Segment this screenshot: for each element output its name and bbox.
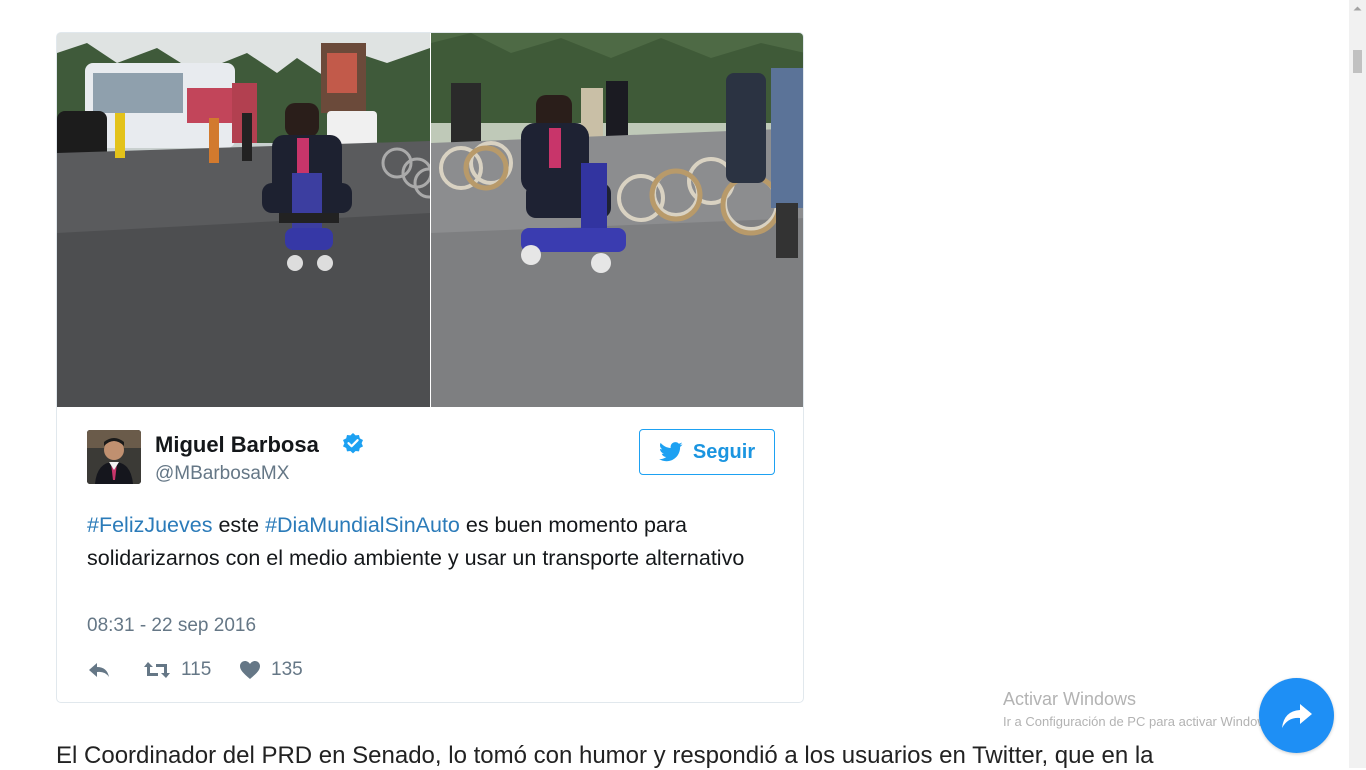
retweet-count: 115	[181, 659, 212, 680]
follow-button[interactable]: Seguir	[639, 429, 775, 475]
like-button[interactable]: 135	[239, 659, 303, 681]
scrollbar-thumb[interactable]	[1353, 50, 1362, 73]
tweet-text-part: este	[212, 513, 266, 537]
author-name[interactable]: Miguel Barbosa	[155, 432, 319, 458]
scroll-up-arrow-icon[interactable]	[1349, 0, 1366, 17]
retweet-button[interactable]: 115	[143, 659, 239, 681]
tweet-media[interactable]	[57, 33, 803, 407]
article-paragraph: El Coordinador del PRD en Senado, lo tom…	[56, 742, 1154, 769]
avatar[interactable]	[87, 430, 141, 484]
reply-button[interactable]	[87, 660, 143, 680]
watermark-subtitle: Ir a Configuración de PC para activar Wi…	[1003, 714, 1274, 729]
avatar-image	[87, 430, 141, 484]
windows-activation-watermark: Activar Windows Ir a Configuración de PC…	[1003, 689, 1273, 729]
watermark-title: Activar Windows	[1003, 689, 1137, 709]
twitter-bird-icon	[658, 442, 683, 462]
embedded-tweet: Miguel Barbosa @MBarbosaMX Seguir #Feliz…	[56, 32, 804, 703]
share-icon	[1281, 703, 1312, 728]
hashtag-link[interactable]: #FelizJueves	[87, 513, 212, 537]
tweet-text: #FelizJueves este #DiaMundialSinAuto es …	[87, 509, 777, 575]
tweet-photo-right[interactable]	[431, 33, 803, 407]
tweet-actions: 115 135	[87, 655, 303, 685]
tweet-timestamp[interactable]: 08:31 - 22 sep 2016	[87, 615, 256, 637]
scooter-bicycles-photo	[431, 33, 803, 407]
retweet-icon	[144, 662, 170, 678]
like-count: 135	[271, 659, 303, 680]
page-scrollbar[interactable]	[1349, 0, 1366, 768]
follow-label: Seguir	[692, 440, 756, 463]
heart-icon	[240, 661, 260, 679]
scooter-street-photo	[57, 33, 430, 407]
reply-icon	[89, 663, 109, 677]
hashtag-link[interactable]: #DiaMundialSinAuto	[265, 513, 460, 537]
author-handle[interactable]: @MBarbosaMX	[155, 463, 289, 485]
tweet-photo-left[interactable]	[57, 33, 430, 407]
verified-badge-icon	[343, 433, 363, 454]
